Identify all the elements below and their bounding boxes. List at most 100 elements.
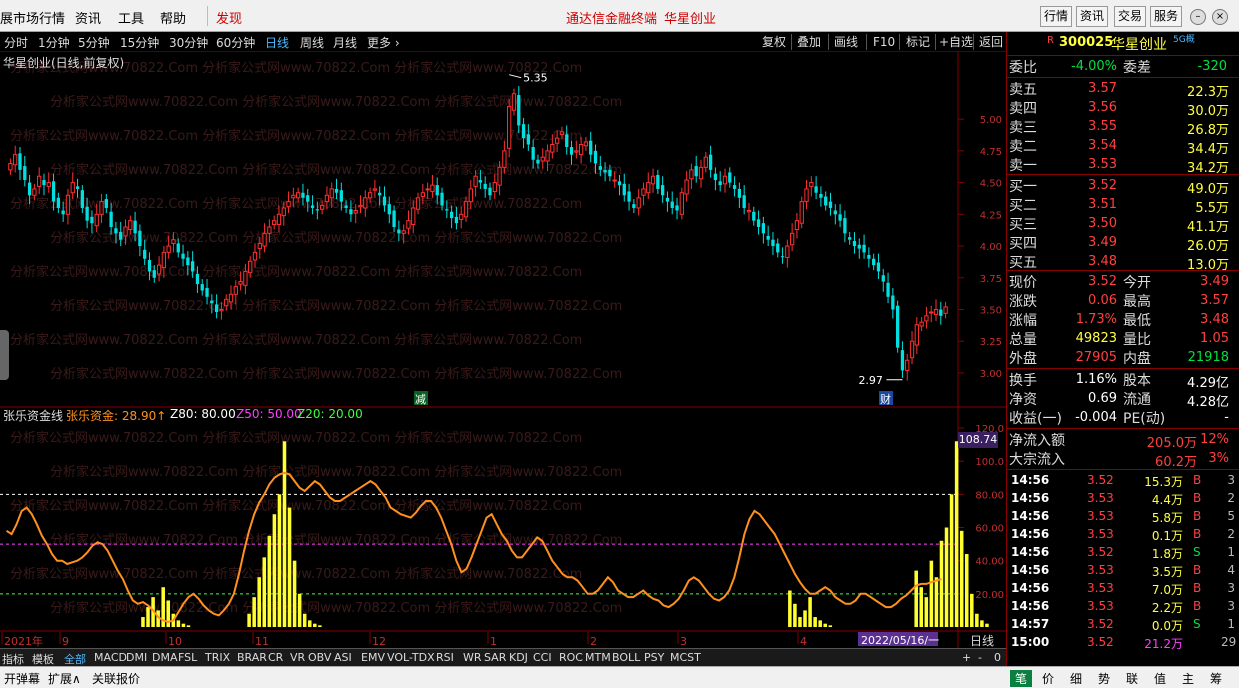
related-quote-button[interactable]: 关联报价 <box>92 670 140 687</box>
indicator-tab-12[interactable]: ASI <box>334 651 352 664</box>
pane-control-button[interactable]: + <box>962 651 971 664</box>
indicator-tab-5[interactable]: DMA <box>152 651 178 664</box>
panel-tab-2[interactable]: 细 <box>1070 670 1082 687</box>
candle-body <box>814 186 818 193</box>
indicator-tab-0[interactable]: 指标 <box>2 651 24 667</box>
candle-body <box>114 228 118 234</box>
fuquan-button[interactable]: 复权 <box>760 33 788 51</box>
indicator-tab-15[interactable]: RSI <box>436 651 454 664</box>
period-weekly[interactable]: 周线 <box>300 34 324 51</box>
indicator-bar <box>318 625 322 627</box>
panel-tab-5[interactable]: 值 <box>1154 670 1166 687</box>
candle-body <box>843 218 847 234</box>
add-watchlist-button[interactable]: +自选 <box>937 33 975 51</box>
sell-price: 3.53 <box>1088 157 1117 172</box>
draw-button[interactable]: 画线 <box>832 33 860 51</box>
stat2-value: 4.29亿 <box>1187 376 1229 391</box>
indicator-tab-21[interactable]: MTM <box>585 651 611 664</box>
watermark-text: 分析家公式网www.70822.Com 分析家公式网www.70822.Com … <box>50 162 622 178</box>
period-1min[interactable]: 1分钟 <box>38 34 70 51</box>
indicator-tab-8[interactable]: BRAR <box>237 651 267 664</box>
indicator-tab-16[interactable]: WR <box>463 651 482 664</box>
indicator-tab-24[interactable]: MCST <box>670 651 701 664</box>
candle-body <box>574 150 579 153</box>
flow-pct: 3% <box>1208 451 1229 466</box>
expand-toggle[interactable]: 扩展∧ <box>48 670 81 687</box>
period-60min[interactable]: 60分钟 <box>216 34 255 51</box>
menu-discover[interactable]: 发现 <box>216 8 242 27</box>
candle-body <box>397 229 401 234</box>
period-monthly[interactable]: 月线 <box>333 34 357 51</box>
quote-button[interactable]: 行情 <box>1040 6 1072 27</box>
indicator-tab-11[interactable]: OBV <box>308 651 331 664</box>
panel-tab-6[interactable]: 主 <box>1182 670 1194 687</box>
indicator-tab-17[interactable]: SAR <box>484 651 506 664</box>
indicator-tab-23[interactable]: PSY <box>644 651 664 664</box>
danmu-toggle[interactable]: 开弹幕 <box>4 670 40 687</box>
candle-body <box>785 245 790 258</box>
service-button[interactable]: 服务 <box>1150 6 1182 27</box>
candle-body <box>233 286 238 295</box>
menu-market[interactable]: 展市场行情 <box>0 8 65 27</box>
menu-news[interactable]: 资讯 <box>75 8 101 27</box>
stat2-label: 换手 <box>1009 373 1037 389</box>
period-15min[interactable]: 15分钟 <box>120 34 159 51</box>
panel-tab-1[interactable]: 价 <box>1042 670 1054 687</box>
candle-body <box>296 192 301 199</box>
candle-body <box>828 201 833 208</box>
period-more[interactable]: 更多 › <box>367 34 400 51</box>
indicator-tabs: 指标 模板 全部 MACD DMI DMA FSL TRIX BRAR CR VR OBV ASI EMV… <box>0 648 1006 666</box>
news-button[interactable]: 资讯 <box>1076 6 1108 27</box>
indicator-tab-20[interactable]: ROC <box>559 651 583 664</box>
side-expand-handle[interactable] <box>0 330 9 380</box>
sell-volume: 30.0万 <box>1187 104 1229 119</box>
candle-body <box>646 182 651 194</box>
panel-tab-7[interactable]: 筹 <box>1210 670 1222 687</box>
minimize-icon[interactable]: – <box>1190 9 1206 25</box>
close-icon[interactable]: × <box>1212 9 1228 25</box>
panel-tab-3[interactable]: 势 <box>1098 670 1110 687</box>
panel-tab-4[interactable]: 联 <box>1126 670 1138 687</box>
pane-control-button[interactable]: 0 <box>994 651 1001 664</box>
watermark-text: 分析家公式网www.70822.Com 分析家公式网www.70822.Com … <box>50 532 622 548</box>
menu-tools[interactable]: 工具 <box>118 8 144 27</box>
indicator-tab-6[interactable]: FSL <box>178 651 197 664</box>
indicator-tab-14[interactable]: VOL-TDX <box>387 651 435 664</box>
indicator-tab-3[interactable]: MACD <box>94 651 127 664</box>
date-badge-label: 2022/05/16/一 <box>861 634 939 647</box>
trade-button[interactable]: 交易 <box>1114 6 1146 27</box>
buy-volume: 41.1万 <box>1187 220 1229 235</box>
indicator-tab-22[interactable]: BOLL <box>612 651 640 664</box>
candle-body <box>919 321 924 327</box>
indicator-z50-label: Z50: 50.00 <box>236 407 302 421</box>
indicator-tab-19[interactable]: CCI <box>533 651 552 664</box>
indicator-tab-18[interactable]: KDJ <box>509 651 528 664</box>
watermark-text: 分析家公式网www.70822.Com 分析家公式网www.70822.Com … <box>10 498 582 514</box>
period-daily[interactable]: 日线 <box>265 34 289 51</box>
period-30min[interactable]: 30分钟 <box>169 34 208 51</box>
indicator-tab-4[interactable]: DMI <box>126 651 147 664</box>
period-fenshi[interactable]: 分时 <box>4 34 28 51</box>
f10-button[interactable]: F10 <box>871 33 897 51</box>
overlay-button[interactable]: 叠加 <box>795 33 823 51</box>
tick-price: 3.52 <box>1087 545 1114 559</box>
mark-button[interactable]: 标记 <box>904 33 932 51</box>
panel-tab-0[interactable]: 笔 <box>1010 670 1033 687</box>
indicator-tab-1[interactable]: 模板 <box>32 651 54 667</box>
menu-help[interactable]: 帮助 <box>160 8 186 27</box>
indicator-tab-2[interactable]: 全部 <box>64 651 86 667</box>
indicator-tab-7[interactable]: TRIX <box>205 651 230 664</box>
chart-area[interactable]: 分析家公式网www.70822.Com 分析家公式网www.70822.Com … <box>0 52 1006 648</box>
back-button[interactable]: 返回 <box>977 33 1005 51</box>
indicator-tab-9[interactable]: CR <box>268 651 283 664</box>
candle-body <box>224 298 229 307</box>
indicator-tab-13[interactable]: EMV <box>361 651 385 664</box>
pane-control-button[interactable]: - <box>978 651 982 664</box>
buy-price: 3.50 <box>1088 216 1117 231</box>
period-5min[interactable]: 5分钟 <box>78 34 110 51</box>
indicator-tab-10[interactable]: VR <box>290 651 305 664</box>
candle-body <box>324 194 330 203</box>
candle-body <box>929 311 934 314</box>
tick-count: 1 <box>1227 545 1235 559</box>
candle-body <box>415 197 421 210</box>
